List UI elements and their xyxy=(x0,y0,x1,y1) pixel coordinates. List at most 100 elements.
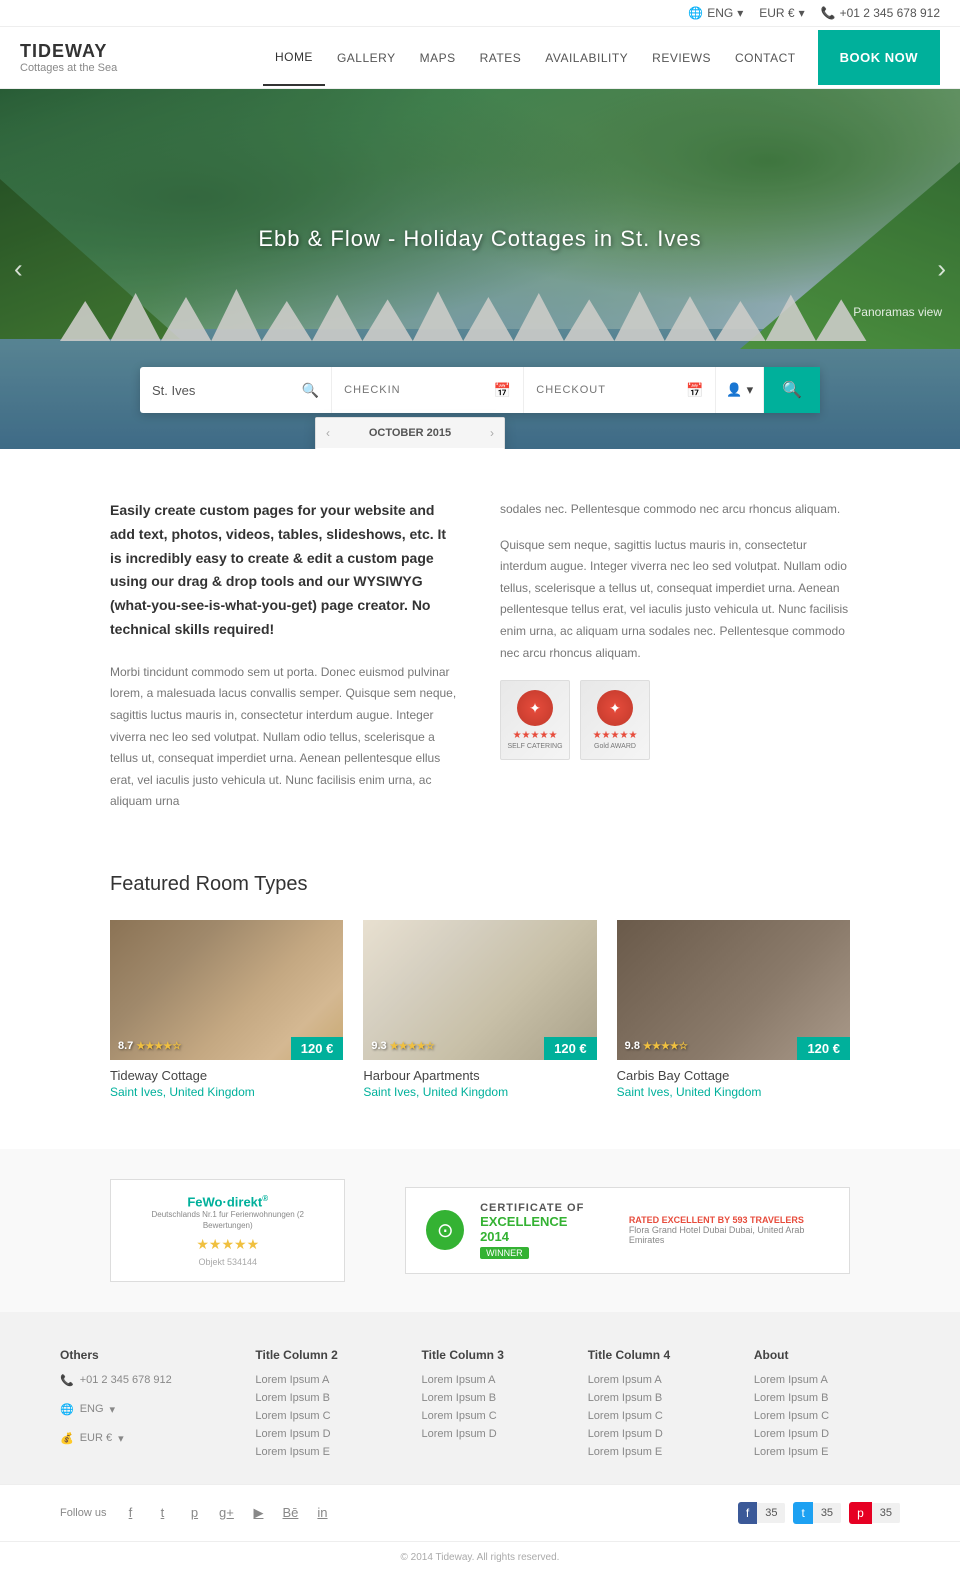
footer-phone-item: 📞 +01 2 345 678 912 xyxy=(60,1374,235,1393)
location-field[interactable]: 🔍 xyxy=(140,367,332,413)
logo-title: TIDEWAY xyxy=(20,41,117,62)
footer-col5-link-c[interactable]: Lorem Ipsum C xyxy=(754,1410,900,1422)
nav-home[interactable]: HOME xyxy=(263,30,325,86)
fewo-badge: FeWo·direkt® Deutschlands Nr.1 fur Ferie… xyxy=(110,1179,345,1282)
footer-col3-link-a[interactable]: Lorem Ipsum A xyxy=(422,1374,568,1386)
twitter-count-icon: t xyxy=(793,1502,812,1524)
nav-contact[interactable]: CONTACT xyxy=(723,31,808,85)
room-rating-2: 9.3 ★★★★☆ xyxy=(371,1040,434,1052)
search-bar: 🔍 📅 📅 👤 ▾ 🔍 xyxy=(140,367,820,413)
follow-us-label: Follow us xyxy=(60,1507,106,1519)
footer-phone: +01 2 345 678 912 xyxy=(80,1374,172,1386)
footer-col3-link-d[interactable]: Lorem Ipsum D xyxy=(422,1428,568,1440)
room-location-3: Saint Ives, United Kingdom xyxy=(617,1085,850,1099)
social-icons-list: f t p g+ ▶ Bē in xyxy=(118,1501,737,1525)
room-card-3[interactable]: 9.8 ★★★★☆ 120 € Carbis Bay Cottage Saint… xyxy=(617,920,850,1099)
social-behance-icon[interactable]: Bē xyxy=(278,1501,302,1525)
award2-stars: ★★★★★ xyxy=(593,730,638,741)
room-card-1[interactable]: 8.7 ★★★★☆ 120 € Tideway Cottage Saint Iv… xyxy=(110,920,343,1099)
prev-slide-button[interactable]: ‹ xyxy=(14,254,23,285)
footer-grid: Others 📞 +01 2 345 678 912 🌐 ENG ▾ 💰 EUR… xyxy=(60,1348,900,1464)
social-youtube-icon[interactable]: ▶ xyxy=(246,1501,270,1525)
guests-selector[interactable]: 👤 ▾ xyxy=(716,367,764,413)
nav-rates[interactable]: RATES xyxy=(468,31,534,85)
nav-reviews[interactable]: REVIEWS xyxy=(640,31,723,85)
footer-col4-link-c[interactable]: Lorem Ipsum C xyxy=(588,1410,734,1422)
featured-title: Featured Room Types xyxy=(110,873,850,896)
currency-label: EUR € xyxy=(759,6,794,20)
checkout-field[interactable]: 📅 xyxy=(524,367,716,413)
footer-currency: EUR € xyxy=(80,1432,112,1444)
panoramas-label: Panoramas view xyxy=(853,305,942,319)
footer-col3-link-c[interactable]: Lorem Ipsum C xyxy=(422,1410,568,1422)
room-image-1: 8.7 ★★★★☆ 120 € xyxy=(110,920,343,1060)
award1-label: SELF CATERING xyxy=(507,743,562,750)
content-left: Easily create custom pages for your webs… xyxy=(110,499,460,813)
checkout-input[interactable] xyxy=(536,384,680,396)
next-slide-button[interactable]: › xyxy=(937,254,946,285)
social-linkedin-icon[interactable]: in xyxy=(310,1501,334,1525)
currency-selector[interactable]: EUR € ▾ xyxy=(759,6,804,20)
twitter-count-item[interactable]: t 35 xyxy=(793,1502,841,1524)
room-card-2[interactable]: 9.3 ★★★★☆ 120 € Harbour Apartments Saint… xyxy=(363,920,596,1099)
footer-currency-item[interactable]: 💰 EUR € ▾ xyxy=(60,1432,235,1451)
footer-col-3: Title Column 3 Lorem Ipsum A Lorem Ipsum… xyxy=(422,1348,568,1464)
footer-col2-link-d[interactable]: Lorem Ipsum D xyxy=(255,1428,401,1440)
tripadvisor-logo: ⊙ xyxy=(426,1210,464,1250)
footer-col4-link-e[interactable]: Lorem Ipsum E xyxy=(588,1446,734,1458)
pinterest-count-item[interactable]: p 35 xyxy=(849,1502,900,1524)
footer-col3-link-b[interactable]: Lorem Ipsum B xyxy=(422,1392,568,1404)
footer-col2-link-a[interactable]: Lorem Ipsum A xyxy=(255,1374,401,1386)
intro-text: Easily create custom pages for your webs… xyxy=(110,499,460,642)
room-name-2: Harbour Apartments xyxy=(363,1068,596,1083)
nav-gallery[interactable]: GALLERY xyxy=(325,31,408,85)
tripadvisor-text: CERTIFICATE OF EXCELLENCE 2014 WINNER xyxy=(480,1202,593,1259)
checkin-field[interactable]: 📅 xyxy=(332,367,524,413)
checkout-calendar-icon: 📅 xyxy=(686,382,703,399)
footer-col2-link-c[interactable]: Lorem Ipsum C xyxy=(255,1410,401,1422)
footer-currency-icon: 💰 xyxy=(60,1432,74,1445)
social-facebook-icon[interactable]: f xyxy=(118,1501,142,1525)
guests-chevron-icon: ▾ xyxy=(747,382,754,398)
calendar-prev-button[interactable]: ‹ xyxy=(326,426,330,440)
pinterest-count: 35 xyxy=(872,1503,900,1523)
nav-maps[interactable]: MAPS xyxy=(408,31,468,85)
room-location-2: Saint Ives, United Kingdom xyxy=(363,1085,596,1099)
facebook-count-item[interactable]: f 35 xyxy=(738,1502,786,1524)
language-label: ENG xyxy=(707,6,733,20)
phone-icon: 📞 xyxy=(821,6,836,20)
social-twitter-icon[interactable]: t xyxy=(150,1501,174,1525)
footer-col2-link-e[interactable]: Lorem Ipsum E xyxy=(255,1446,401,1458)
bottom-bar: Follow us f t p g+ ▶ Bē in f 35 t 35 p 3… xyxy=(0,1484,960,1541)
guests-icon: 👤 xyxy=(726,382,742,398)
footer-col4-link-d[interactable]: Lorem Ipsum D xyxy=(588,1428,734,1440)
ta-cert-label: CERTIFICATE OF xyxy=(480,1202,593,1214)
footer-col5-link-b[interactable]: Lorem Ipsum B xyxy=(754,1392,900,1404)
footer-currency-chevron: ▾ xyxy=(118,1432,124,1445)
room-location-1: Saint Ives, United Kingdom xyxy=(110,1085,343,1099)
room-rating-1: 8.7 ★★★★☆ xyxy=(118,1040,181,1052)
ta-rated-label: RATED EXCELLENT BY 593 TRAVELERS xyxy=(629,1215,829,1225)
room-name-1: Tideway Cottage xyxy=(110,1068,343,1083)
location-input[interactable] xyxy=(152,383,296,398)
nav-availability[interactable]: AVAILABILITY xyxy=(533,31,640,85)
footer-col5-link-e[interactable]: Lorem Ipsum E xyxy=(754,1446,900,1458)
content-para1: Morbi tincidunt commodo sem ut porta. Do… xyxy=(110,662,460,813)
footer-lang-item[interactable]: 🌐 ENG ▾ xyxy=(60,1403,235,1422)
search-button[interactable]: 🔍 xyxy=(764,367,820,413)
room-rating-3: 9.8 ★★★★☆ xyxy=(625,1040,688,1052)
checkin-input[interactable] xyxy=(344,384,488,396)
footer-col2-link-b[interactable]: Lorem Ipsum B xyxy=(255,1392,401,1404)
content-right-para2: Quisque sem neque, sagittis luctus mauri… xyxy=(500,535,850,665)
footer-col-others: Others 📞 +01 2 345 678 912 🌐 ENG ▾ 💰 EUR… xyxy=(60,1348,235,1464)
footer-col5-link-a[interactable]: Lorem Ipsum A xyxy=(754,1374,900,1386)
social-googleplus-icon[interactable]: g+ xyxy=(214,1501,238,1525)
social-pinterest-icon[interactable]: p xyxy=(182,1501,206,1525)
footer-col4-link-b[interactable]: Lorem Ipsum B xyxy=(588,1392,734,1404)
room-name-3: Carbis Bay Cottage xyxy=(617,1068,850,1083)
book-now-button[interactable]: BOOK NOW xyxy=(818,30,940,85)
footer-col4-link-a[interactable]: Lorem Ipsum A xyxy=(588,1374,734,1386)
footer-col5-link-d[interactable]: Lorem Ipsum D xyxy=(754,1428,900,1440)
language-selector[interactable]: 🌐 ENG ▾ xyxy=(688,6,743,20)
calendar-next-button[interactable]: › xyxy=(490,426,494,440)
